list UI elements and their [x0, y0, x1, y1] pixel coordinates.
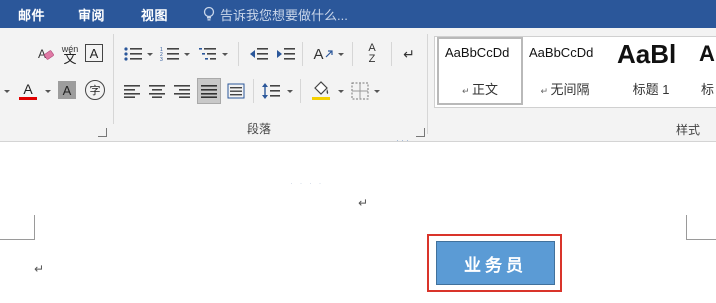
tell-me-placeholder: 告诉我您想要做什么...: [220, 7, 348, 23]
chevron-down-icon[interactable]: [222, 53, 228, 56]
salesperson-shape-button[interactable]: 业务员: [436, 241, 555, 285]
enclose-characters-icon[interactable]: 字: [85, 80, 105, 100]
multilevel-list-icon[interactable]: [196, 44, 220, 64]
ribbon: A wén 文 A A A 字 123 A A Z ↵ 段落 AaBbCcDd …: [0, 28, 716, 145]
paragraph-dialog-launcher[interactable]: [416, 128, 425, 137]
change-case-letter: A: [313, 45, 324, 63]
group-divider: [113, 34, 114, 124]
distributed-align-icon[interactable]: [225, 81, 247, 101]
style-normal-label: 正文: [472, 82, 499, 97]
borders-icon[interactable]: [350, 81, 370, 101]
phonetic-guide-char: 文: [63, 51, 77, 66]
style-normal[interactable]: AaBbCcDd ↵ 正文: [437, 37, 523, 105]
style-no-spacing[interactable]: AaBbCcDd ↵ 无间隔: [523, 39, 607, 103]
divider: [238, 42, 239, 66]
style-no-spacing-preview: AaBbCcDd: [529, 45, 594, 60]
font-dialog-launcher[interactable]: [98, 128, 107, 137]
align-center-icon[interactable]: [146, 81, 168, 101]
phonetic-guide-icon[interactable]: wén 文: [58, 42, 82, 66]
chevron-down-icon[interactable]: [45, 90, 51, 93]
paragraph-group-label: 段落: [247, 122, 272, 136]
font-color-letter: A: [23, 81, 33, 97]
numbering-icon[interactable]: 123: [158, 44, 182, 64]
group-divider: [427, 34, 428, 134]
change-case-icon[interactable]: A: [311, 43, 335, 65]
line-spacing-icon[interactable]: [260, 80, 282, 102]
chevron-down-icon[interactable]: [287, 90, 293, 93]
divider: [352, 42, 353, 66]
font-color-icon[interactable]: A: [17, 80, 39, 102]
clear-formatting-icon[interactable]: A: [36, 44, 56, 64]
tab-review[interactable]: 审阅: [78, 5, 105, 24]
decrease-indent-icon[interactable]: [248, 44, 270, 64]
paragraph-mark-icon: ↵: [34, 262, 45, 276]
align-right-icon[interactable]: [171, 81, 193, 101]
paint-bucket-icon[interactable]: [309, 78, 333, 102]
sort-z: Z: [368, 53, 376, 65]
chevron-down-icon[interactable]: [338, 53, 344, 56]
salesperson-label: 业务员: [464, 255, 527, 275]
crop-mark-right: [686, 215, 716, 240]
style-normal-name: ↵ 正文: [439, 79, 521, 98]
chevron-down-icon[interactable]: [184, 53, 190, 56]
font-color-bar: [19, 97, 37, 100]
style-heading-2[interactable]: A 标: [693, 39, 716, 103]
style-heading-1[interactable]: AaBl 标题 1: [611, 39, 691, 103]
tab-view[interactable]: 视图: [141, 5, 168, 24]
character-border-icon[interactable]: A: [85, 44, 103, 62]
style-normal-preview: AaBbCcDd: [445, 45, 510, 60]
bullets-icon[interactable]: [121, 44, 145, 64]
style-no-spacing-name: ↵ 无间隔: [523, 79, 607, 98]
divider: [253, 79, 254, 103]
crop-mark-left: [0, 215, 35, 240]
styles-gallery: AaBbCcDd ↵ 正文 AaBbCcDd ↵ 无间隔 AaBl 标题 1 A…: [434, 36, 716, 108]
svg-text:3: 3: [160, 57, 163, 62]
paragraph-mark-icon: ↵: [540, 86, 551, 96]
style-heading-1-preview: AaBl: [617, 39, 677, 69]
divider: [391, 42, 392, 66]
document-page[interactable]: ↵ ↵ · · · · 业务员: [0, 142, 716, 303]
character-shading-icon[interactable]: A: [58, 81, 76, 99]
lightbulb-icon: [203, 6, 215, 22]
style-heading-1-name: 标题 1: [632, 82, 670, 97]
justify-icon[interactable]: [197, 78, 221, 104]
divider: [300, 79, 301, 103]
paragraph-mark-icon: ↵: [358, 196, 369, 210]
show-paragraph-marks-icon[interactable]: ↵: [399, 44, 419, 64]
style-heading-2-preview: A: [699, 41, 715, 66]
selection-dots: · · · ·: [290, 178, 324, 188]
style-no-spacing-label: 无间隔: [550, 82, 590, 97]
tab-mailings[interactable]: 邮件: [18, 5, 45, 24]
styles-group-label: 样式: [676, 123, 701, 137]
chevron-down-icon[interactable]: [147, 53, 153, 56]
paragraph-mark-icon: ↵: [461, 86, 473, 96]
chevron-down-icon[interactable]: [338, 90, 344, 93]
ribbon-tab-bar: 邮件 审阅 视图 告诉我您想要做什么...: [0, 0, 716, 28]
style-heading-2-name: 标: [701, 82, 715, 97]
sort-icon[interactable]: A Z: [361, 42, 383, 66]
divider: [302, 42, 303, 66]
align-left-icon[interactable]: [121, 81, 143, 101]
tell-me-search[interactable]: 告诉我您想要做什么...: [203, 3, 348, 25]
chevron-down-icon[interactable]: [4, 90, 10, 93]
increase-indent-icon[interactable]: [275, 44, 297, 64]
chevron-down-icon[interactable]: [374, 90, 380, 93]
